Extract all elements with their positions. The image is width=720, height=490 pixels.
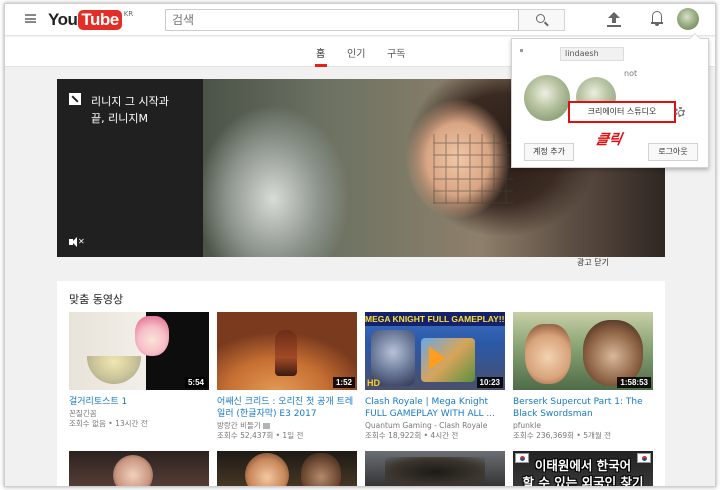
click-annotation: 클릭 (594, 132, 623, 148)
thumbnail-caption-line-2: 할 수 있는 외국인 찾기 (522, 475, 644, 487)
verified-badge-icon (262, 423, 270, 429)
logo-region-text: KR (123, 10, 134, 18)
account-avatar-large[interactable] (524, 75, 570, 121)
thumbnail-figure (275, 330, 297, 376)
hero-window-pattern (433, 134, 513, 204)
ad-close-button[interactable]: 광고 닫기 (571, 257, 615, 269)
notifications-bell-icon[interactable] (651, 11, 663, 26)
video-duration: 1:52 (332, 377, 355, 388)
thumbnail-bowl (87, 356, 141, 384)
thumbnail-arrow-icon (429, 346, 445, 370)
recommended-section: 맞춤 동영상 5:54 걸거리토스트 1 꼰질긴꼼 조회수 없음 • 13시간 … (57, 281, 665, 487)
video-title[interactable]: Clash Royale | Mega Knight FULL GAMEPLAY… (365, 396, 505, 420)
video-card[interactable]: 1:58:53 Berserk Supercut Part 1: The Bla… (513, 312, 653, 441)
upload-icon[interactable] (607, 12, 621, 28)
section-title: 맞춤 동영상 (69, 293, 124, 306)
video-thumbnail[interactable]: 1:58:53 (513, 312, 653, 390)
popup-marker (520, 49, 523, 52)
video-duration: 10:23 (476, 377, 503, 388)
tab-home[interactable]: 홈 (316, 45, 325, 60)
account-email: not (624, 69, 638, 78)
logo-you-text: You (48, 10, 78, 29)
browser-frame: You Tube KR 홈 인기 구독 리니지 그 시작과 끝, 리니지M (4, 3, 716, 487)
video-thumbnail[interactable] (217, 451, 357, 486)
video-channel-name: 방랑간 비들기 (217, 421, 261, 430)
video-title[interactable]: Berserk Supercut Part 1: The Black Sword… (513, 396, 653, 420)
gear-icon[interactable] (675, 107, 685, 117)
tab-subscriptions[interactable]: 구독 (387, 45, 405, 60)
search-button[interactable] (519, 9, 565, 31)
search-input[interactable] (165, 9, 519, 31)
hero-title: 리니지 그 시작과 끝, 리니지M (91, 93, 201, 127)
logo-tube-text: Tube (78, 10, 122, 30)
hamburger-menu-icon[interactable] (25, 14, 36, 23)
active-tab-indicator (315, 64, 327, 67)
thumbnail-face (113, 455, 153, 486)
video-card[interactable]: MEGA KNIGHT FULL GAMEPLAY!!! HD 10:23 Cl… (365, 312, 505, 441)
video-card[interactable]: 5:54 걸거리토스트 1 꼰질긴꼼 조회수 없음 • 13시간 전 (69, 312, 209, 429)
youtube-logo[interactable]: You Tube KR (48, 9, 133, 31)
popup-caret (689, 33, 701, 39)
creator-studio-button[interactable]: 크리에이터 스튜디오 (568, 101, 676, 123)
logout-button[interactable]: 로그아웃 (648, 143, 698, 161)
video-title[interactable]: 어쌔신 크리드 : 오리진 첫 공개 트레일러 (한글자막) E3 2017 (217, 396, 357, 420)
thumbnail-face (245, 453, 289, 486)
add-account-button[interactable]: 계정 추가 (524, 143, 574, 161)
video-meta: 조회수 18,922회 • 4시간 전 (365, 431, 459, 440)
video-card[interactable]: 1:52 어쌔신 크리드 : 오리진 첫 공개 트레일러 (한글자막) E3 2… (217, 312, 357, 441)
video-channel[interactable]: pfunkle (513, 421, 653, 431)
account-avatar[interactable] (677, 8, 699, 30)
account-name: lindaesh (560, 47, 624, 61)
video-duration: 1:58:53 (617, 377, 651, 388)
hero-text-panel: 리니지 그 시작과 끝, 리니지M ✕ (57, 79, 203, 257)
video-title[interactable]: 걸거리토스트 1 (69, 396, 209, 408)
hero-title-line-2: 끝, 리니지M (91, 112, 148, 125)
video-channel[interactable]: 방랑간 비들기 (217, 421, 357, 431)
video-channel[interactable]: 꼰질긴꼼 (69, 409, 209, 419)
video-channel[interactable]: Quantum Gaming - Clash Royale (365, 421, 505, 431)
video-duration: 5:54 (184, 377, 207, 388)
video-thumbnail[interactable]: MEGA KNIGHT FULL GAMEPLAY!!! HD 10:23 (365, 312, 505, 390)
video-thumbnail[interactable] (69, 451, 209, 486)
thumbnail-character (135, 316, 169, 356)
video-thumbnail[interactable]: 이태원에서 한국어 할 수 있는 외국인 찾기 (513, 451, 653, 487)
video-thumbnail[interactable]: 5:54 (69, 312, 209, 390)
hero-title-line-1: 리니지 그 시작과 (91, 95, 169, 108)
hd-badge: HD (367, 378, 380, 388)
top-bar: You Tube KR (5, 4, 715, 36)
thumbnail-shape (385, 457, 485, 486)
thumbnail-face (525, 324, 571, 384)
video-meta: 조회수 236,369회 • 5개월 전 (513, 431, 612, 440)
video-thumbnail[interactable]: 1:52 (217, 312, 357, 390)
thumbnail-banner-text: MEGA KNIGHT FULL GAMEPLAY!!! (365, 312, 505, 326)
video-thumbnail[interactable] (365, 451, 505, 486)
search-icon (536, 14, 545, 23)
mute-icon[interactable]: ✕ (69, 237, 85, 247)
tab-trending[interactable]: 인기 (347, 45, 365, 60)
video-meta: 조회수 52,437회 • 1일 전 (217, 431, 304, 440)
ad-logo-icon (69, 93, 81, 105)
video-meta: 조회수 없음 • 13시간 전 (69, 419, 148, 428)
account-popup: lindaesh not 크리에이터 스튜디오 클릭 계정 추가 로그아웃 (511, 33, 709, 168)
thumbnail-face (301, 453, 341, 486)
